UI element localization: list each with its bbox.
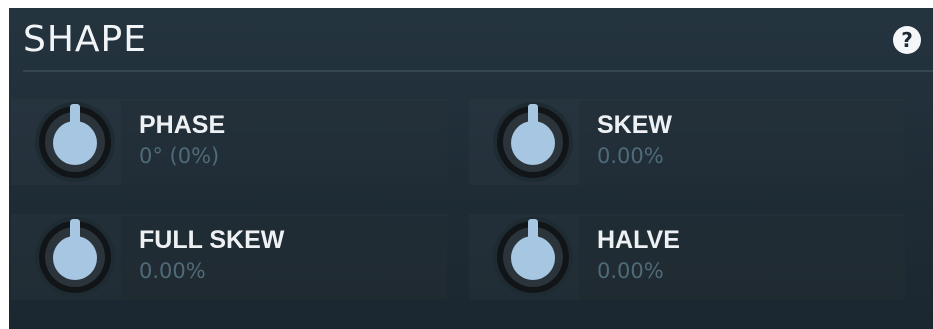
plugin-window: SHAPE ? PHASE 0° (0%) SKEW 0.00% FULL SK…: [0, 0, 933, 329]
section-title: SHAPE: [23, 19, 148, 60]
skew-knob[interactable]: [490, 99, 576, 185]
full-skew-control: FULL SKEW 0.00%: [11, 214, 447, 300]
halve-knob[interactable]: [490, 214, 576, 300]
halve-value: 0.00%: [597, 259, 664, 283]
shape-panel: SHAPE ? PHASE 0° (0%) SKEW 0.00% FULL SK…: [9, 8, 933, 329]
skew-value: 0.00%: [597, 144, 664, 168]
phase-value: 0° (0%): [139, 144, 220, 168]
skew-control: SKEW 0.00%: [469, 99, 905, 185]
title-divider: [23, 70, 933, 72]
phase-label: PHASE: [139, 111, 226, 139]
halve-control: HALVE 0.00%: [469, 214, 905, 300]
halve-label: HALVE: [597, 226, 680, 254]
phase-knob[interactable]: [32, 99, 118, 185]
skew-label: SKEW: [597, 111, 672, 139]
help-button[interactable]: ?: [893, 26, 921, 54]
full-skew-knob[interactable]: [32, 214, 118, 300]
full-skew-label: FULL SKEW: [139, 226, 285, 254]
full-skew-value: 0.00%: [139, 259, 206, 283]
phase-control: PHASE 0° (0%): [11, 99, 447, 185]
